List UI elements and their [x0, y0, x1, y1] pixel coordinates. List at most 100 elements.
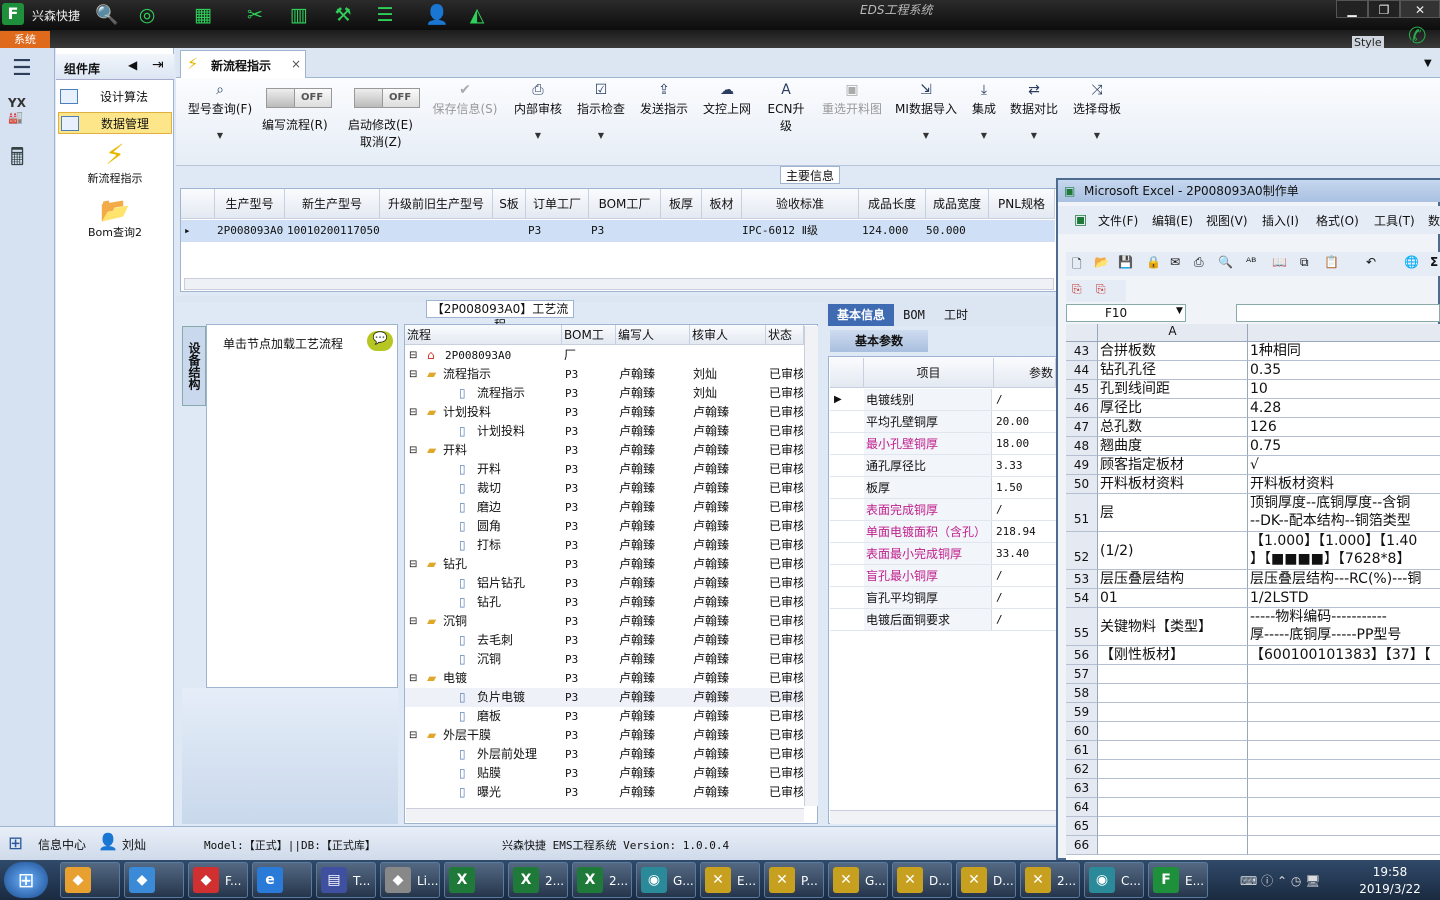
taskbar-item[interactable]: X 2... — [572, 862, 632, 898]
table-row[interactable]: 电镀后面铜要求 / — [830, 609, 1056, 631]
tree-row[interactable]: ▯ 外层前处理 P3 卢翰臻 卢翰臻 已审核 — [405, 745, 803, 764]
collapse-icon[interactable]: ⊟ — [409, 726, 417, 745]
save-info-button[interactable]: ✔ 保存信息(S) — [430, 82, 500, 117]
table-row[interactable]: 表面最小完成铜厚 33.40 — [830, 543, 1056, 565]
excel-menu-view[interactable]: 视图(V) — [1206, 212, 1248, 229]
column-header[interactable]: 项目 — [864, 358, 994, 388]
cell[interactable]: 0.35 — [1248, 361, 1440, 380]
cell[interactable] — [1248, 798, 1440, 817]
tree-row[interactable]: ▯ 开料 P3 卢翰臻 卢翰臻 已审核 — [405, 460, 803, 479]
row-number[interactable]: 47 — [1066, 418, 1098, 437]
table-row[interactable]: 盲孔平均铜厚 / — [830, 587, 1056, 609]
cell[interactable]: √ — [1248, 456, 1440, 475]
row-number[interactable]: 59 — [1066, 703, 1098, 722]
cancel-label[interactable]: 取消(Z) — [360, 133, 402, 150]
tree-row[interactable]: ⊟ ▰ 流程指示 P3 卢翰臻 刘灿 已审核 — [405, 365, 803, 384]
collapse-icon[interactable]: ⊟ — [409, 669, 417, 688]
send-instruction-button[interactable]: ⇪ 发送指示 — [636, 82, 692, 117]
copy-icon[interactable]: ⧉ — [1300, 255, 1309, 270]
cell[interactable] — [1248, 779, 1440, 798]
collapse-icon[interactable]: ⊟ — [409, 346, 417, 365]
undo-icon[interactable]: ↶ — [1366, 255, 1376, 269]
tree-row[interactable]: ⊟ ▰ 外层干膜 P3 卢翰臻 卢翰臻 已审核 — [405, 726, 803, 745]
cell[interactable]: 【600100101383】【37】【 — [1248, 646, 1440, 665]
list-icon[interactable]: ☰ — [372, 2, 398, 28]
table-row[interactable]: 平均孔壁铜厚 20.00 — [830, 411, 1056, 433]
row-number[interactable]: 54 — [1066, 589, 1098, 608]
globe-icon[interactable]: ◎ — [134, 2, 160, 28]
info-center-label[interactable]: 信息中心 — [38, 836, 86, 853]
table-row[interactable]: ▶ 电镀线别 / — [830, 389, 1056, 411]
column-header-a[interactable]: A — [1098, 324, 1248, 342]
tree-row[interactable]: ▯ 磨边 P3 卢翰臻 卢翰臻 已审核 — [405, 498, 803, 517]
row-number[interactable]: 66 — [1066, 836, 1098, 855]
cell[interactable] — [1248, 760, 1440, 779]
cell[interactable]: 钻孔孔径 — [1098, 361, 1248, 380]
tab-new-process[interactable]: ⚡ 新流程指示 × — [180, 50, 306, 79]
component-item-data-management[interactable]: 数据管理 — [58, 112, 172, 134]
preview-icon[interactable]: 🔍 — [1218, 255, 1233, 269]
paste-icon[interactable]: 📋 — [1324, 255, 1339, 269]
column-header[interactable]: 参数 — [994, 358, 1056, 388]
row-number[interactable]: 52 — [1066, 532, 1098, 570]
taskbar-item[interactable]: ◆ — [124, 862, 184, 898]
cell[interactable]: (1/2) — [1098, 532, 1248, 570]
column-header[interactable]: 新生产型号 — [285, 189, 380, 219]
row-number[interactable]: 61 — [1066, 741, 1098, 760]
tree-row[interactable]: ▯ 去毛刺 P3 卢翰臻 卢翰臻 已审核 — [405, 631, 803, 650]
tree-row[interactable]: ▯ 打标 P3 卢翰臻 卢翰臻 已审核 — [405, 536, 803, 555]
mi-data-import-button[interactable]: ⇲ MI数据导入 ▼ — [894, 82, 958, 140]
integrate-button[interactable]: ⤓ 集成 ▼ — [968, 82, 1000, 140]
row-number[interactable]: 58 — [1066, 684, 1098, 703]
grid-icon[interactable]: ▦ — [190, 2, 216, 28]
tree-row[interactable]: ▯ 曝光 P3 卢翰臻 卢翰臻 已审核 — [405, 783, 803, 802]
tab-close-icon[interactable]: × — [291, 57, 301, 71]
column-header[interactable]: 流程 — [405, 325, 562, 345]
column-header[interactable]: 编写人 — [616, 325, 690, 345]
excel-menu-format[interactable]: 格式(O) — [1316, 212, 1359, 229]
cell[interactable]: 孔到线间距 — [1098, 380, 1248, 399]
taskbar-item[interactable]: ◆ Li... — [380, 862, 440, 898]
internal-review-button[interactable]: ⎙ 内部审核 ▼ — [510, 82, 566, 140]
tree-row[interactable]: ⊟ ▰ 开料 P3 卢翰臻 卢翰臻 已审核 — [405, 441, 803, 460]
doc-control-online-button[interactable]: ☁ 文控上网 — [700, 82, 754, 117]
collapse-left-icon[interactable]: ◀ — [128, 58, 137, 72]
tab-equipment-structure[interactable]: 设备结构 — [182, 326, 206, 406]
collapse-icon[interactable]: ⊟ — [409, 403, 417, 422]
hyperlink-icon[interactable]: 🌐 — [1404, 255, 1419, 269]
excel-menu-data[interactable]: 数 — [1428, 212, 1440, 229]
formula-bar[interactable] — [1236, 304, 1440, 322]
cell[interactable]: 厚径比 — [1098, 399, 1248, 418]
row-number[interactable]: 63 — [1066, 779, 1098, 798]
taskbar-item[interactable]: X 2... — [508, 862, 568, 898]
cell[interactable]: 关键物料【类型】 — [1098, 608, 1248, 646]
tools-icon[interactable]: ⚒ — [330, 2, 356, 28]
tree-row[interactable]: ⊟ ▰ 计划投料 P3 卢翰臻 卢翰臻 已审核 — [405, 403, 803, 422]
excel-menu-tools[interactable]: 工具(T) — [1374, 212, 1415, 229]
tree-row[interactable]: ▯ 磨板 P3 卢翰臻 卢翰臻 已审核 — [405, 707, 803, 726]
pdf-icon[interactable]: ⎘ — [1072, 282, 1082, 297]
row-number[interactable]: 53 — [1066, 570, 1098, 589]
taskbar-item[interactable]: ✕ G... — [828, 862, 888, 898]
column-header[interactable]: 板厚 — [661, 189, 702, 219]
tab-dropdown-icon[interactable]: ▼ — [1424, 58, 1432, 69]
taskbar-item[interactable]: ✕ 2... — [1020, 862, 1080, 898]
row-number[interactable]: 51 — [1066, 494, 1098, 532]
cell[interactable]: 层压叠层结构 — [1098, 570, 1248, 589]
cell[interactable] — [1248, 684, 1440, 703]
instruction-check-button[interactable]: ☑ 指示检查 ▼ — [574, 82, 628, 140]
row-number[interactable]: 57 — [1066, 665, 1098, 684]
table-row[interactable]: 板厚 1.50 — [830, 477, 1056, 499]
tab-work-hours[interactable]: 工时 — [936, 304, 976, 326]
tree-row[interactable]: ▯ 贴膜 P3 卢翰臻 卢翰臻 已审核 — [405, 764, 803, 783]
tree-row[interactable]: ▯ 铝片钻孔 P3 卢翰臻 卢翰臻 已审核 — [405, 574, 803, 593]
tab-basic-info[interactable]: 基本信息 — [828, 304, 894, 326]
tree-root[interactable]: ⊟ ⌂ 2P008093A0 — [405, 346, 803, 365]
row-number[interactable]: 56 — [1066, 646, 1098, 665]
research-icon[interactable]: 📖 — [1272, 255, 1287, 269]
tree-row[interactable]: ⊟ ▰ 钻孔 P3 卢翰臻 卢翰臻 已审核 — [405, 555, 803, 574]
row-number[interactable]: 44 — [1066, 361, 1098, 380]
cell[interactable] — [1098, 665, 1248, 684]
name-box-dropdown-icon[interactable]: ▼ — [1176, 306, 1183, 316]
row-number[interactable]: 46 — [1066, 399, 1098, 418]
